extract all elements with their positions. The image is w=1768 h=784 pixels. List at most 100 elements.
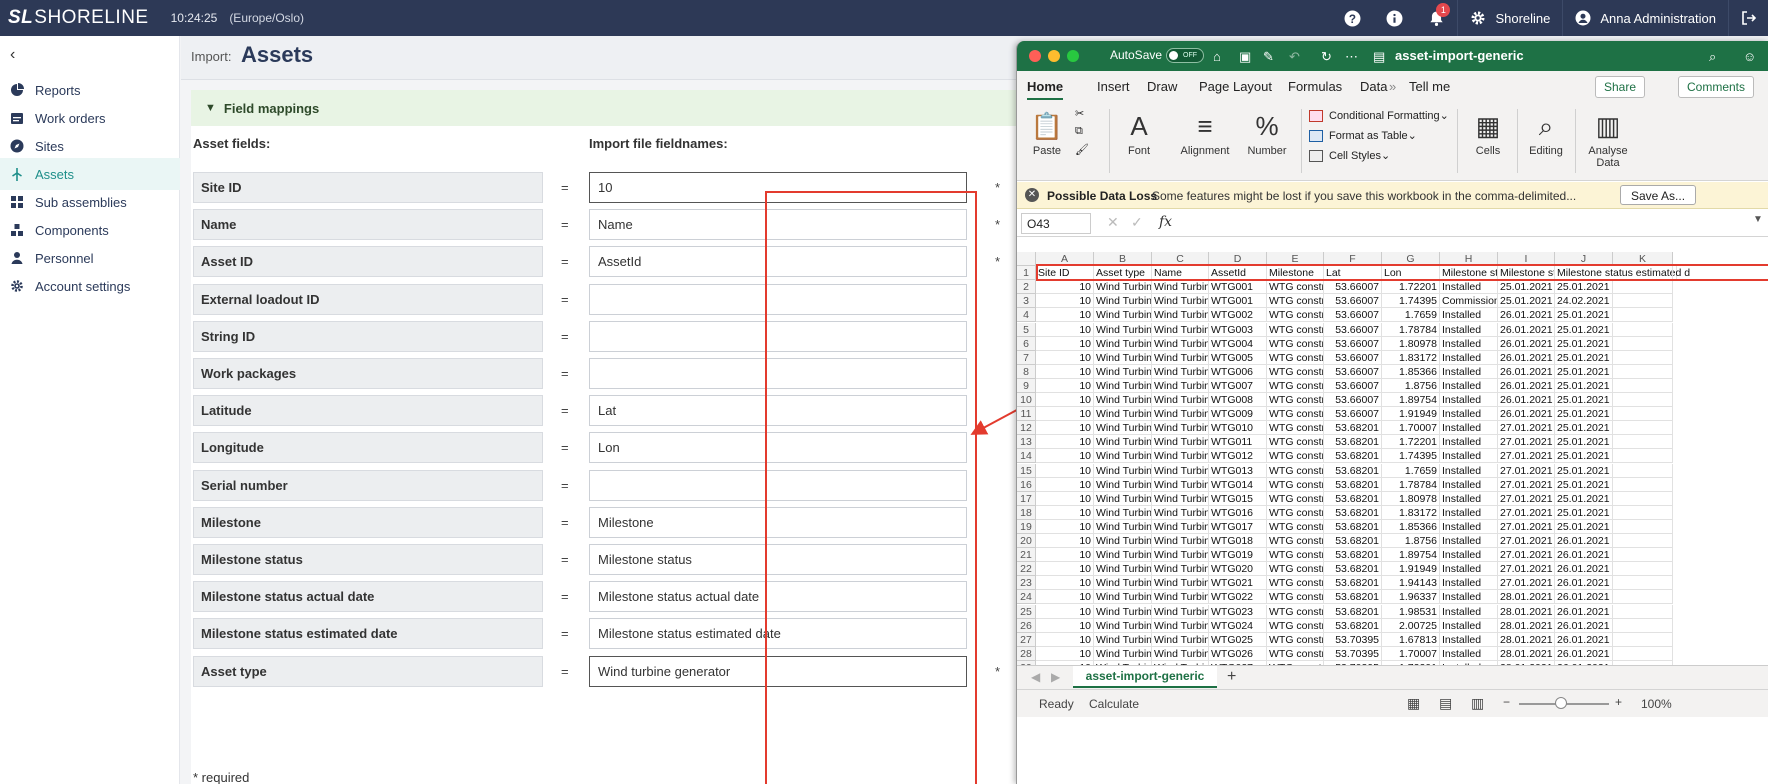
zoom-in-icon[interactable]: + (1615, 695, 1622, 709)
table-cell[interactable]: 1.74395 (1382, 294, 1440, 309)
table-cell[interactable]: 25.01.2021 (1555, 308, 1613, 323)
row-number[interactable]: 23 (1017, 576, 1036, 591)
table-cell[interactable]: Wind Turbine (1094, 435, 1152, 450)
autosave-toggle[interactable]: OFF (1166, 48, 1204, 63)
table-cell[interactable]: Wind Turbine (1152, 534, 1209, 548)
table-cell[interactable] (1613, 632, 1673, 647)
home-icon[interactable]: ⌂ (1213, 49, 1221, 64)
table-cell[interactable]: WTG constru (1267, 336, 1324, 351)
table-cell[interactable]: 53.66007 (1324, 378, 1382, 393)
table-cell[interactable]: Wind Turbine (1152, 308, 1209, 323)
table-cell[interactable]: WTG013 (1209, 463, 1267, 478)
table-cell[interactable]: Wind Turbine (1152, 449, 1209, 464)
table-cell[interactable]: 1.72201 (1382, 280, 1440, 295)
table-cell[interactable]: Wind Turbine (1094, 519, 1152, 534)
table-cell[interactable] (1613, 562, 1673, 577)
table-cell[interactable]: 26.01.2021 (1555, 646, 1613, 661)
table-cell[interactable]: WTG012 (1209, 449, 1267, 464)
table-cell[interactable]: Wind Turbine (1152, 548, 1209, 563)
table-cell[interactable]: WTG001 (1209, 294, 1267, 309)
table-cell[interactable]: 25.01.2021 (1555, 407, 1613, 422)
analyse-data-button[interactable]: ▥ Analyse Data (1581, 107, 1635, 169)
search-icon[interactable]: ⌕ (1709, 49, 1716, 65)
table-cell[interactable]: 25.01.2021 (1498, 280, 1555, 295)
table-cell[interactable]: WTG019 (1209, 548, 1267, 563)
table-cell[interactable]: 10 (1036, 407, 1094, 422)
smiley-icon[interactable]: ☺ (1743, 49, 1756, 64)
table-cell[interactable]: Installed (1440, 534, 1498, 548)
table-cell[interactable]: 27.01.2021 (1498, 548, 1555, 563)
table-cell[interactable]: 25.01.2021 (1555, 336, 1613, 351)
table-cell[interactable]: WTG constru (1267, 449, 1324, 464)
table-cell[interactable]: 53.68201 (1324, 576, 1382, 591)
table-cell[interactable]: 10 (1036, 477, 1094, 492)
table-cell[interactable]: WTG024 (1209, 618, 1267, 633)
table-cell[interactable]: Wind Turbine (1152, 646, 1209, 661)
table-cell[interactable]: Commissione (1440, 294, 1498, 309)
confirm-formula-icon[interactable]: ✓ (1131, 214, 1143, 231)
table-cell[interactable]: 28.01.2021 (1498, 632, 1555, 647)
table-cell[interactable]: 26.01.2021 (1555, 604, 1613, 619)
table-cell[interactable]: WTG constru (1267, 463, 1324, 478)
table-cell[interactable]: 53.68201 (1324, 421, 1382, 436)
table-cell[interactable]: 1.83172 (1382, 505, 1440, 520)
table-cell[interactable]: Installed (1440, 421, 1498, 436)
row-number[interactable]: 22 (1017, 562, 1036, 577)
row-number[interactable]: 14 (1017, 449, 1036, 464)
table-cell[interactable]: 24.02.2021 (1555, 294, 1613, 309)
table-cell[interactable]: WTG025 (1209, 632, 1267, 647)
table-cell[interactable]: Wind Turbine (1094, 632, 1152, 647)
logout-button[interactable] (1728, 0, 1768, 36)
table-cell[interactable]: WTG constru (1267, 308, 1324, 323)
add-sheet-button[interactable]: + (1227, 668, 1236, 686)
table-cell[interactable]: 10 (1036, 576, 1094, 591)
table-cell[interactable]: Wind Turbine (1094, 393, 1152, 407)
number-button[interactable]: % Number (1241, 107, 1293, 157)
table-cell[interactable]: 26.01.2021 (1555, 562, 1613, 577)
table-cell[interactable]: 10 (1036, 336, 1094, 351)
table-cell[interactable]: 1.80978 (1382, 336, 1440, 351)
table-cell[interactable]: 1.8756 (1382, 378, 1440, 393)
table-cell[interactable]: 53.66007 (1324, 350, 1382, 365)
table-cell[interactable]: 25.01.2021 (1555, 505, 1613, 520)
table-cell[interactable]: WTG022 (1209, 590, 1267, 605)
table-cell[interactable]: WTG018 (1209, 534, 1267, 548)
table-cell[interactable]: Wind Turbine (1094, 646, 1152, 661)
table-cell[interactable]: 25.01.2021 (1555, 491, 1613, 506)
table-cell[interactable] (1613, 364, 1673, 379)
table-cell[interactable]: 25.01.2021 (1555, 449, 1613, 464)
table-cell[interactable]: 27.01.2021 (1498, 435, 1555, 450)
table-cell[interactable]: 10 (1036, 618, 1094, 633)
maximize-window-icon[interactable] (1067, 50, 1079, 62)
table-cell[interactable]: Wind Turbine (1152, 477, 1209, 492)
table-cell[interactable]: 10 (1036, 350, 1094, 365)
table-cell[interactable]: Wind Turbine (1094, 491, 1152, 506)
table-cell[interactable]: Wind Turbine (1152, 491, 1209, 506)
table-cell[interactable] (1613, 534, 1673, 548)
table-cell[interactable]: 27.01.2021 (1498, 463, 1555, 478)
table-cell[interactable]: Installed (1440, 604, 1498, 619)
editing-button[interactable]: ⌕ Editing (1521, 107, 1571, 157)
table-cell[interactable]: 10 (1036, 294, 1094, 309)
table-cell[interactable] (1613, 463, 1673, 478)
table-cell[interactable] (1613, 350, 1673, 365)
format-painter-icon[interactable]: 🖌 (1075, 143, 1089, 156)
shoreline-logo[interactable]: SL SHORELINE (8, 7, 149, 29)
table-cell[interactable]: 25.01.2021 (1498, 294, 1555, 309)
table-cell[interactable]: WTG001 (1209, 280, 1267, 295)
table-cell[interactable]: Wind Turbine (1152, 463, 1209, 478)
row-number[interactable]: 7 (1017, 350, 1036, 365)
table-cell[interactable]: 25.01.2021 (1555, 421, 1613, 436)
row-number[interactable]: 3 (1017, 294, 1036, 309)
table-cell[interactable]: Wind Turbine (1152, 322, 1209, 337)
select-all-corner[interactable] (1017, 252, 1036, 266)
table-cell[interactable]: 28.01.2021 (1498, 618, 1555, 633)
table-cell[interactable]: 10 (1036, 421, 1094, 436)
table-cell[interactable]: Wind Turbine (1094, 407, 1152, 422)
table-cell[interactable] (1613, 393, 1673, 407)
comments-button[interactable]: Comments (1678, 76, 1755, 98)
table-cell[interactable]: WTG004 (1209, 336, 1267, 351)
table-cell[interactable]: Wind Turbine (1094, 421, 1152, 436)
more-tabs-icon[interactable]: » (1389, 79, 1396, 94)
table-cell[interactable]: 25.01.2021 (1555, 435, 1613, 450)
